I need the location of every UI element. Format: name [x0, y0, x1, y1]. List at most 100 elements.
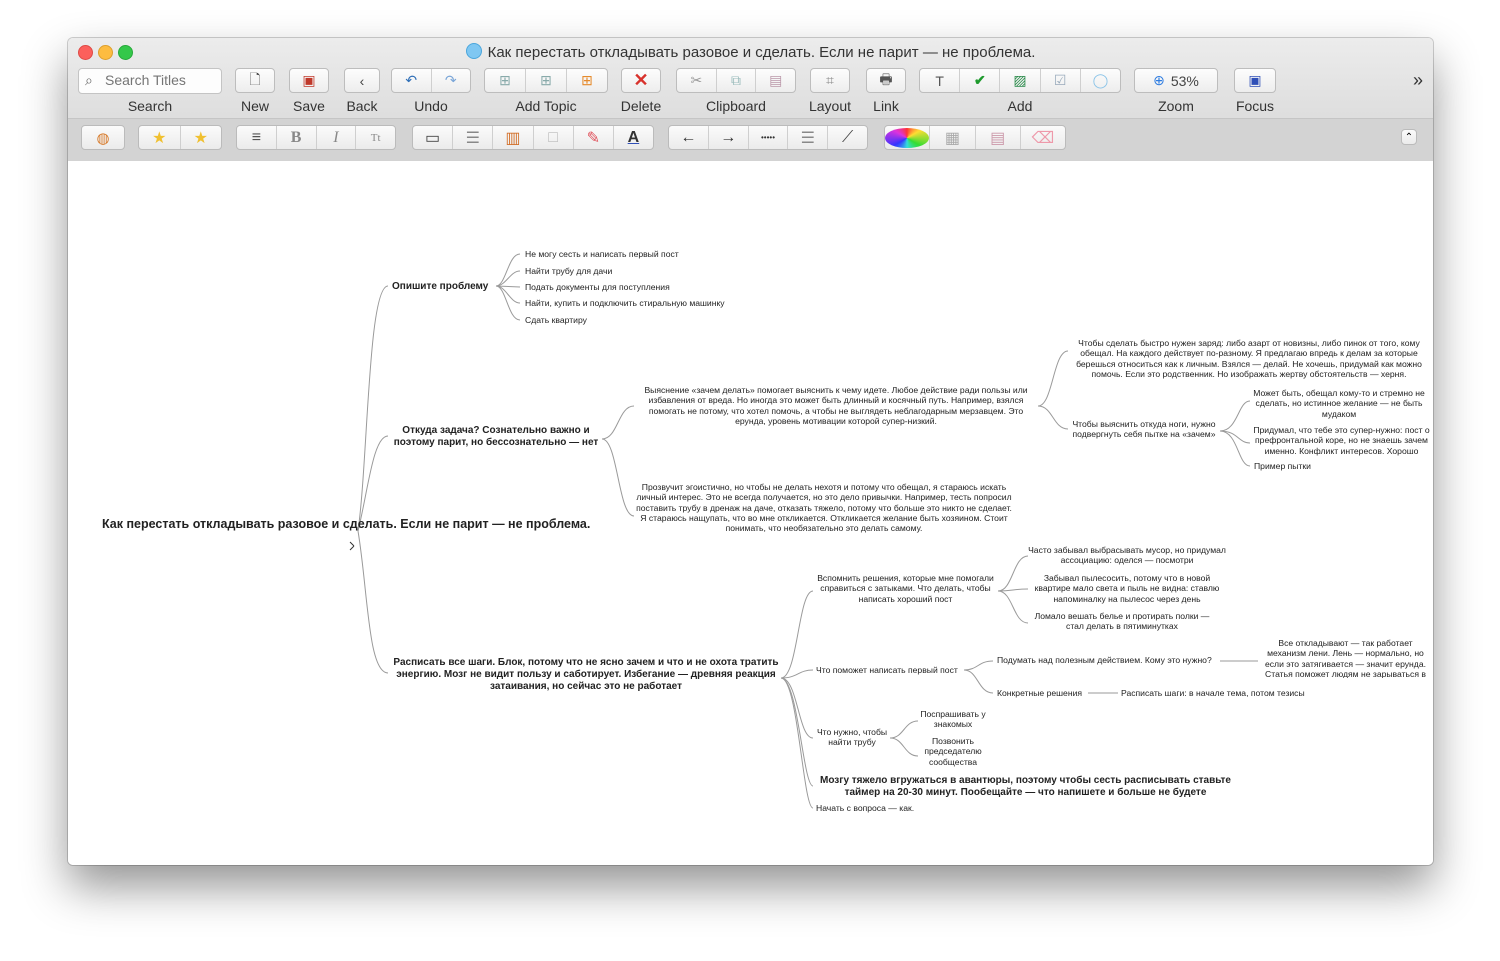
- save-label: Save: [293, 98, 325, 114]
- subtopic-concrete-solutions[interactable]: Конкретные решения: [997, 688, 1082, 698]
- cut-button[interactable]: ✂: [677, 69, 717, 92]
- delete-button[interactable]: ✕: [621, 68, 661, 93]
- save-button[interactable]: ▣: [289, 68, 329, 93]
- undo-button[interactable]: ↶: [392, 69, 432, 92]
- collapse-format-bar-button[interactable]: ⌃: [1401, 129, 1417, 145]
- align-center-icon: ≡: [251, 128, 262, 146]
- blank-square-icon: □: [548, 128, 558, 146]
- subtopic-problem-1[interactable]: Не могу сесть и написать первый пост: [525, 249, 679, 259]
- topic-origin-of-task[interactable]: Откуда задача? Сознательно важно и поэто…: [390, 425, 602, 449]
- link-button[interactable]: 🖶: [866, 68, 906, 93]
- arrow-left-button[interactable]: ←: [669, 126, 709, 149]
- line-weight-button[interactable]: ☰: [788, 126, 829, 149]
- subtopic-problem-5[interactable]: Сдать квартиру: [525, 315, 587, 325]
- copy-button[interactable]: ⧉: [717, 69, 757, 92]
- zoom-control[interactable]: ⊕ 53%: [1134, 68, 1218, 93]
- add-label: Add: [1007, 98, 1033, 114]
- search-field[interactable]: ⌕: [78, 68, 222, 94]
- add-child-topic-button[interactable]: ⊞: [526, 69, 567, 92]
- add-child-icon: ⊞: [540, 72, 552, 88]
- add-image-button[interactable]: ▨: [1000, 69, 1041, 92]
- dash-style-button[interactable]: •••••: [749, 126, 789, 149]
- subtopic-first-post-help[interactable]: Что поможет написать первый пост: [816, 665, 958, 675]
- new-document-icon: 🗋: [249, 70, 261, 87]
- add-sibling-topic-button[interactable]: ⊞: [485, 69, 526, 92]
- text-case-button[interactable]: Tt: [356, 126, 395, 149]
- arrow-right-icon: →: [720, 128, 737, 146]
- highlight-button[interactable]: ✎: [574, 126, 614, 149]
- subtopic-laziness[interactable]: Все откладывают — так работает механизм …: [1258, 638, 1433, 678]
- eraser-icon: ⌫: [1031, 129, 1055, 147]
- fill-pattern-button[interactable]: ▥: [493, 126, 534, 149]
- subtopic-torture-example[interactable]: Пример пытки: [1254, 461, 1311, 471]
- add-topic-label: Add Topic: [515, 98, 577, 114]
- subtopic-charge[interactable]: Чтобы сделать быстро нужен заряд: либо а…: [1068, 338, 1430, 379]
- window-title: Как перестать откладывать разовое и сдел…: [68, 43, 1433, 61]
- subtopic-find-pipe[interactable]: Что нужно, чтобы найти трубу: [813, 727, 891, 748]
- subtopic-timer[interactable]: Мозгу тяжело вгружаться в авантюры, поэт…: [813, 775, 1238, 799]
- mindmap-canvas[interactable]: Как перестать откладывать разовое и сдел…: [68, 161, 1433, 865]
- bold-button[interactable]: B: [277, 126, 317, 149]
- add-text-button[interactable]: T: [920, 69, 961, 92]
- add-favorite-button[interactable]: ★: [181, 126, 222, 149]
- subtopic-write-steps[interactable]: Расписать шаги: в начале тема, потом тез…: [1121, 688, 1305, 698]
- subtopic-vacuum[interactable]: Забывал пылесосить, потому что в новой к…: [1028, 573, 1226, 604]
- align-center-button[interactable]: ≡: [237, 126, 277, 149]
- subtopic-invented-need[interactable]: Придумал, что тебе это супер-нужно: пост…: [1250, 425, 1433, 457]
- curve-style-button[interactable]: ⟋: [828, 126, 867, 149]
- text-color-button[interactable]: A: [614, 126, 653, 149]
- redo-button[interactable]: ↷: [432, 69, 471, 92]
- fill-color-button[interactable]: □: [534, 126, 574, 149]
- subtopic-start-question[interactable]: Начать с вопроса — как.: [816, 803, 914, 813]
- stickers-button[interactable]: ▤: [976, 126, 1021, 149]
- subtopic-call-chairman[interactable]: Позвонить председателю сообщества: [918, 736, 988, 767]
- line-style-button[interactable]: ☰: [453, 126, 494, 149]
- subtopic-problem-4[interactable]: Найти, купить и подключить стиральную ма…: [525, 298, 725, 308]
- focus-icon: ▣: [1248, 72, 1262, 88]
- subtopic-torture-why[interactable]: Чтобы выяснить откуда ноги, нужно подвер…: [1068, 419, 1220, 440]
- subtopic-trash[interactable]: Часто забывал выбрасывать мусор, но прид…: [1028, 545, 1226, 566]
- search-input[interactable]: [105, 72, 215, 88]
- add-sibling-icon: ⊞: [499, 72, 511, 88]
- checklist-icon: ☑: [1053, 72, 1067, 88]
- new-button[interactable]: 🗋: [235, 68, 275, 93]
- subtopic-laundry[interactable]: Ломало вешать белье и протирать полки — …: [1028, 611, 1216, 632]
- add-callout-button[interactable]: ◯: [1081, 69, 1120, 92]
- subtopic-why-matters[interactable]: Выяснение «зачем делать» помогает выясни…: [634, 385, 1038, 426]
- italic-button[interactable]: I: [317, 126, 357, 149]
- back-button[interactable]: ‹: [344, 68, 380, 93]
- add-parent-topic-button[interactable]: ⊞: [567, 69, 607, 92]
- favorite-style-button[interactable]: ★: [139, 126, 181, 149]
- add-task-button[interactable]: ✔: [960, 69, 1001, 92]
- shape-button[interactable]: ▭: [413, 126, 454, 149]
- subtopic-useful-action[interactable]: Подумать над полезным действием. Кому эт…: [997, 655, 1212, 665]
- arrow-right-button[interactable]: →: [709, 126, 749, 149]
- root-topic[interactable]: Как перестать откладывать разовое и сдел…: [102, 517, 590, 533]
- toolbar-overflow-button[interactable]: »: [1406, 70, 1430, 91]
- add-group: T ✔ ▨ ☑ ◯: [919, 68, 1121, 93]
- topic-describe-problem[interactable]: Опишите проблему: [392, 281, 488, 293]
- topic-write-all-steps[interactable]: Расписать все шаги. Блок, потому что не …: [390, 657, 782, 693]
- zoom-label: Zoom: [1158, 98, 1194, 114]
- subtopic-problem-2[interactable]: Найти трубу для дачи: [525, 266, 612, 276]
- undo-redo-group: ↶ ↷: [391, 68, 471, 93]
- subtopic-selfish-interest[interactable]: Прозвучит эгоистично, но чтобы не делать…: [634, 482, 1014, 534]
- add-topic-group: ⊞ ⊞ ⊞: [484, 68, 608, 93]
- extras-group: ▦ ▤ ⌫: [884, 125, 1066, 150]
- add-checklist-button[interactable]: ☑: [1041, 69, 1081, 92]
- subtopic-promise[interactable]: Может быть, обещал кому-то и стремно не …: [1250, 388, 1428, 419]
- paste-button[interactable]: ▤: [756, 69, 795, 92]
- icons-button[interactable]: ▦: [930, 126, 976, 149]
- subtopic-recall-solutions[interactable]: Вспомнить решения, которые мне помогали …: [813, 573, 998, 604]
- dotted-line-icon: •••••: [760, 133, 775, 142]
- focus-button[interactable]: ▣: [1234, 68, 1276, 93]
- callout-icon: ◯: [1092, 72, 1109, 88]
- subtopic-problem-3[interactable]: Подать документы для поступления: [525, 282, 670, 292]
- layout-button[interactable]: ⌗: [810, 68, 850, 93]
- text-case-icon: Tt: [370, 131, 381, 144]
- star-icon: ★: [152, 129, 167, 147]
- color-wheel-button[interactable]: [885, 126, 931, 149]
- eraser-button[interactable]: ⌫: [1021, 126, 1065, 149]
- subtopic-ask-friends[interactable]: Поспрашивать у знакомых: [918, 709, 988, 730]
- theme-button[interactable]: ◍: [81, 125, 125, 150]
